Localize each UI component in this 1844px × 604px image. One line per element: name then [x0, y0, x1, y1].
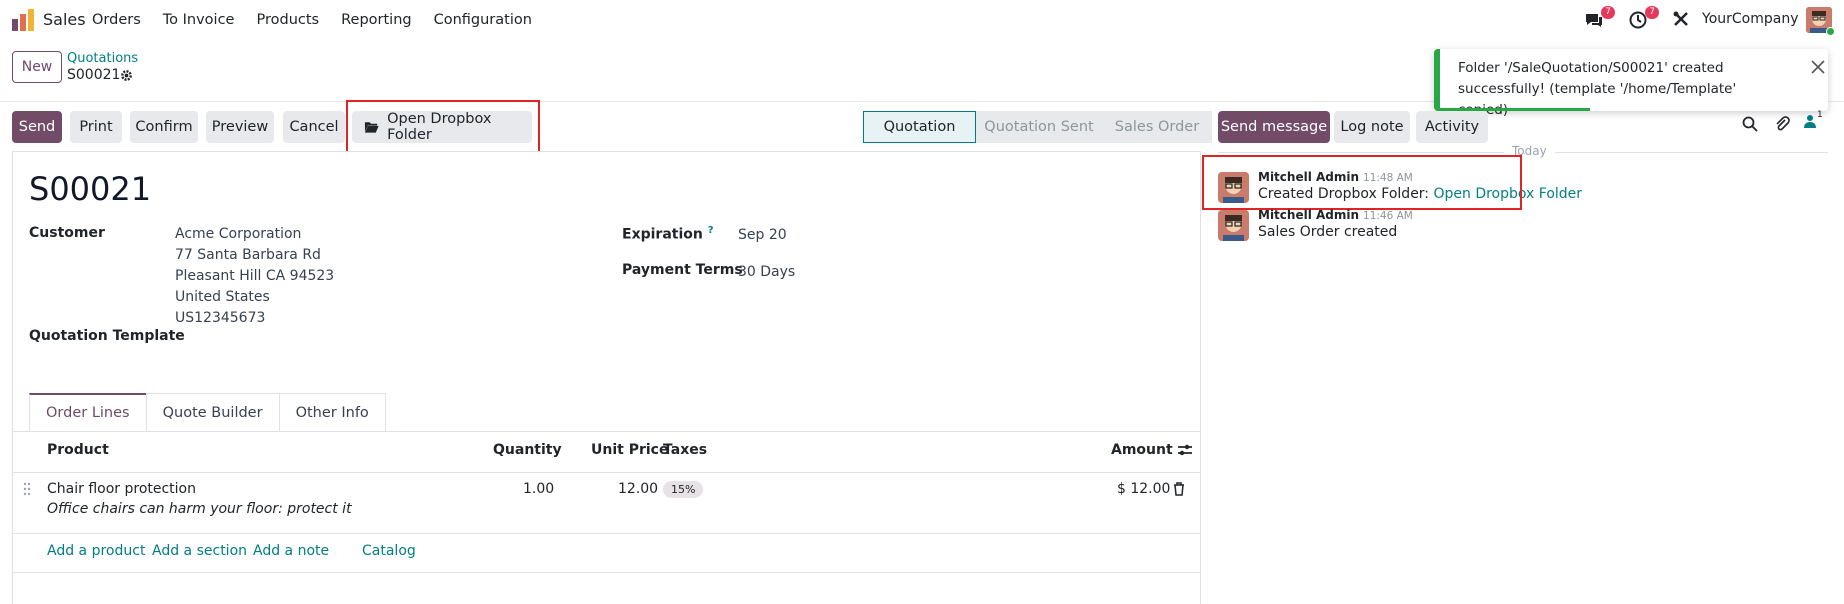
record-name: S00021 — [29, 170, 152, 208]
expiration-label-text: Expiration — [622, 226, 703, 243]
customer-street: 77 Santa Barbara Rd — [175, 247, 321, 263]
message-author-name-2: Mitchell Admin — [1258, 208, 1360, 222]
stage-sales-order[interactable]: Sales Order — [1102, 111, 1212, 143]
menu-configuration[interactable]: Configuration — [434, 12, 532, 28]
main-menu: Orders To Invoice Products Reporting Con… — [92, 0, 554, 40]
customer-vat: US12345673 — [175, 310, 266, 326]
col-unit-price[interactable]: Unit Price — [591, 442, 668, 458]
followers-button[interactable]: 1 — [1804, 110, 1823, 132]
col-quantity[interactable]: Quantity — [493, 442, 562, 458]
messages-badge: 7 — [1601, 6, 1615, 19]
expiration-label: Expiration ? — [622, 225, 714, 243]
col-product[interactable]: Product — [47, 442, 109, 458]
message-body-2: Sales Order created — [1258, 224, 1398, 240]
payment-terms-field[interactable]: 30 Days — [738, 262, 795, 283]
line-description: Office chairs can harm your floor: prote… — [47, 501, 352, 517]
drag-handle-icon[interactable] — [23, 482, 31, 496]
close-icon[interactable] — [1810, 59, 1826, 75]
paperclip-icon[interactable] — [1774, 116, 1790, 132]
add-product-link[interactable]: Add a product — [47, 543, 145, 559]
form-sheet: S00021 Customer Acme Corporation 77 Sant… — [12, 151, 1201, 604]
log-note-button[interactable]: Log note — [1334, 111, 1410, 143]
customer-name: Acme Corporation — [175, 226, 302, 242]
sales-app-icon[interactable] — [12, 9, 34, 31]
header-divider — [13, 472, 1200, 473]
customer-field[interactable]: Acme Corporation 77 Santa Barbara Rd Ple… — [175, 224, 334, 329]
menu-reporting[interactable]: Reporting — [341, 12, 412, 28]
top-navbar: Sales Orders To Invoice Products Reporti… — [0, 0, 1844, 40]
customer-city: Pleasant Hill CA 94523 — [175, 268, 335, 284]
row-divider — [13, 533, 1200, 534]
breadcrumb-quotations[interactable]: Quotations — [67, 51, 138, 66]
stage-quotation-sent[interactable]: Quotation Sent — [976, 111, 1102, 143]
expiration-field[interactable]: Sep 20 — [738, 225, 787, 246]
line-unit-price[interactable]: 12.00 — [618, 481, 658, 497]
tax-badge[interactable]: 15% — [663, 481, 704, 498]
tab-other-info[interactable]: Other Info — [278, 393, 386, 431]
customer-label: Customer — [29, 225, 105, 241]
col-taxes[interactable]: Taxes — [663, 442, 707, 458]
line-product[interactable]: Chair floor protection — [47, 481, 196, 497]
messages-icon[interactable]: 7 — [1584, 6, 1615, 30]
gear-icon[interactable] — [120, 69, 133, 82]
menu-products[interactable]: Products — [256, 12, 319, 28]
add-section-link[interactable]: Add a section — [152, 543, 247, 559]
debug-tools-icon[interactable] — [1672, 10, 1692, 30]
notebook-tabs: Order Lines Quote Builder Other Info — [29, 393, 386, 431]
stage-quotation[interactable]: Quotation — [863, 111, 976, 143]
quotation-template-label: Quotation Template — [29, 328, 185, 344]
author-avatar-2[interactable] — [1218, 210, 1249, 241]
send-button[interactable]: Send — [12, 111, 62, 143]
line-amount: $ 12.00 — [1117, 481, 1171, 497]
followers-count: 1 — [1817, 110, 1823, 120]
preview-button[interactable]: Preview — [206, 111, 274, 143]
menu-to-invoice[interactable]: To Invoice — [163, 12, 235, 28]
help-icon[interactable]: ? — [708, 225, 714, 236]
breadcrumb-current: S00021 — [67, 67, 121, 83]
payment-terms-label: Payment Terms — [622, 262, 743, 278]
confirm-button[interactable]: Confirm — [130, 111, 198, 143]
activities-icon[interactable]: 7 — [1628, 6, 1659, 30]
highlight-dropbox-button — [346, 100, 540, 154]
tab-order-lines[interactable]: Order Lines — [29, 393, 147, 431]
print-button[interactable]: Print — [70, 111, 122, 143]
app-name[interactable]: Sales — [43, 10, 86, 29]
message-time-2: 11:46 AM — [1363, 210, 1413, 222]
activity-button[interactable]: Activity — [1416, 111, 1488, 143]
add-note-link[interactable]: Add a note — [253, 543, 329, 559]
customer-country: United States — [175, 289, 270, 305]
catalog-link[interactable]: Catalog — [362, 543, 416, 559]
menu-orders[interactable]: Orders — [92, 12, 141, 28]
highlight-dropbox-message — [1202, 155, 1522, 210]
col-amount[interactable]: Amount — [1111, 442, 1173, 458]
column-settings-icon[interactable] — [1177, 443, 1193, 457]
status-bar: Quotation Quotation Sent Sales Order — [863, 111, 1212, 143]
tab-divider — [13, 431, 1200, 432]
new-button[interactable]: New — [12, 51, 62, 83]
online-status-icon — [1826, 27, 1835, 36]
search-icon[interactable] — [1742, 116, 1758, 132]
tab-quote-builder[interactable]: Quote Builder — [145, 393, 280, 431]
trash-icon[interactable] — [1173, 482, 1185, 496]
company-switcher[interactable]: YourCompany — [1702, 11, 1799, 27]
send-message-button[interactable]: Send message — [1218, 111, 1330, 143]
line-quantity[interactable]: 1.00 — [523, 481, 554, 497]
message-author-2: Mitchell Admin 11:46 AM — [1258, 208, 1413, 222]
chatter: Send message Log note Activity 1 Today M… — [1202, 102, 1844, 604]
activities-badge: 7 — [1645, 6, 1659, 19]
footer-divider — [13, 572, 1200, 573]
user-icon — [1804, 115, 1816, 128]
cancel-button[interactable]: Cancel — [283, 111, 345, 143]
